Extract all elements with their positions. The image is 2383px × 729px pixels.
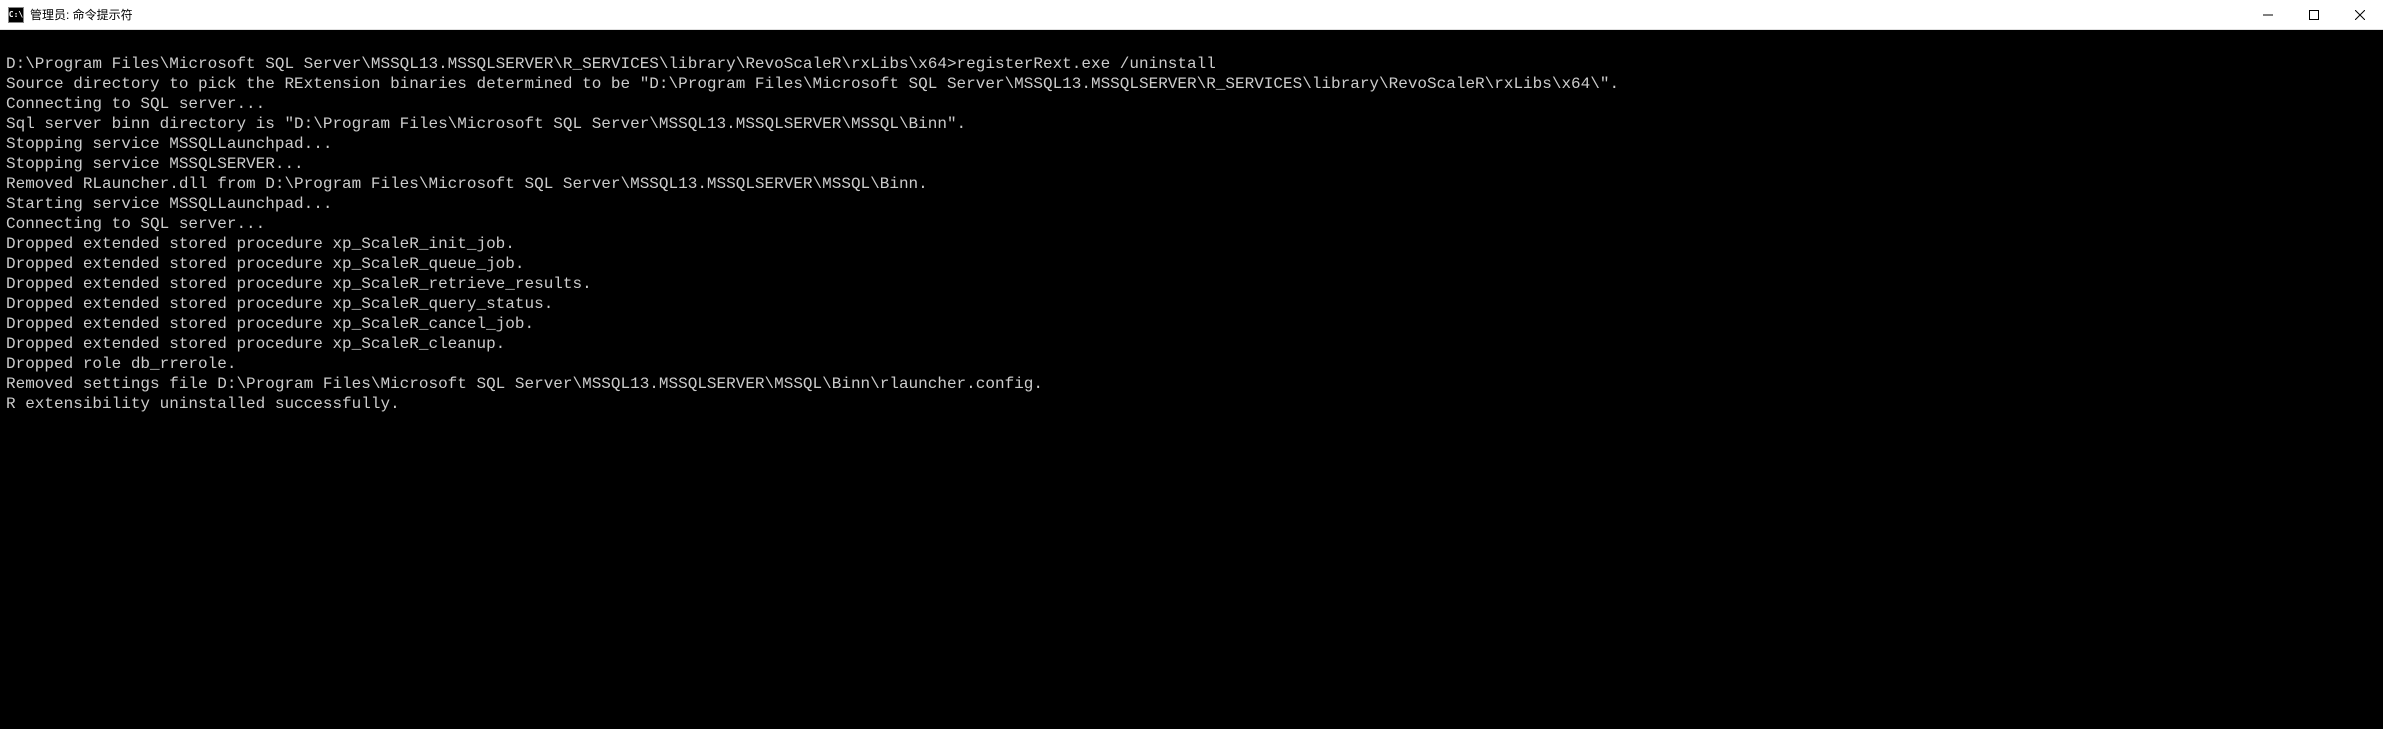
terminal-line: Connecting to SQL server...	[6, 94, 2377, 114]
terminal-line: Dropped extended stored procedure xp_Sca…	[6, 294, 2377, 314]
terminal-line: Dropped extended stored procedure xp_Sca…	[6, 314, 2377, 334]
terminal-line: D:\Program Files\Microsoft SQL Server\MS…	[6, 54, 2377, 74]
terminal-line: Removed settings file D:\Program Files\M…	[6, 374, 2377, 394]
close-button[interactable]	[2337, 0, 2383, 29]
terminal-line: Sql server binn directory is "D:\Program…	[6, 114, 2377, 134]
maximize-button[interactable]	[2291, 0, 2337, 29]
command-prompt-window: C:\ 管理员: 命令提示符 D:\Program Files\Mic	[0, 0, 2383, 729]
terminal-line: Dropped extended stored procedure xp_Sca…	[6, 234, 2377, 254]
terminal-line	[6, 34, 2377, 54]
terminal-line: Starting service MSSQLLaunchpad...	[6, 194, 2377, 214]
terminal-output[interactable]: D:\Program Files\Microsoft SQL Server\MS…	[0, 30, 2383, 729]
terminal-line: Dropped extended stored procedure xp_Sca…	[6, 274, 2377, 294]
terminal-line: Stopping service MSSQLSERVER...	[6, 154, 2377, 174]
terminal-line: Removed RLauncher.dll from D:\Program Fi…	[6, 174, 2377, 194]
maximize-icon	[2309, 10, 2319, 20]
titlebar[interactable]: C:\ 管理员: 命令提示符	[0, 0, 2383, 30]
terminal-line: Dropped extended stored procedure xp_Sca…	[6, 334, 2377, 354]
minimize-button[interactable]	[2245, 0, 2291, 29]
terminal-line: R extensibility uninstalled successfully…	[6, 394, 2377, 414]
app-icon: C:\	[8, 7, 24, 23]
terminal-line: Dropped extended stored procedure xp_Sca…	[6, 254, 2377, 274]
close-icon	[2355, 10, 2365, 20]
window-controls	[2245, 0, 2383, 29]
terminal-line: Connecting to SQL server...	[6, 214, 2377, 234]
terminal-line: Stopping service MSSQLLaunchpad...	[6, 134, 2377, 154]
minimize-icon	[2263, 10, 2273, 20]
terminal-line: Source directory to pick the RExtension …	[6, 74, 2377, 94]
window-title: 管理员: 命令提示符	[30, 6, 2245, 23]
terminal-line: Dropped role db_rrerole.	[6, 354, 2377, 374]
